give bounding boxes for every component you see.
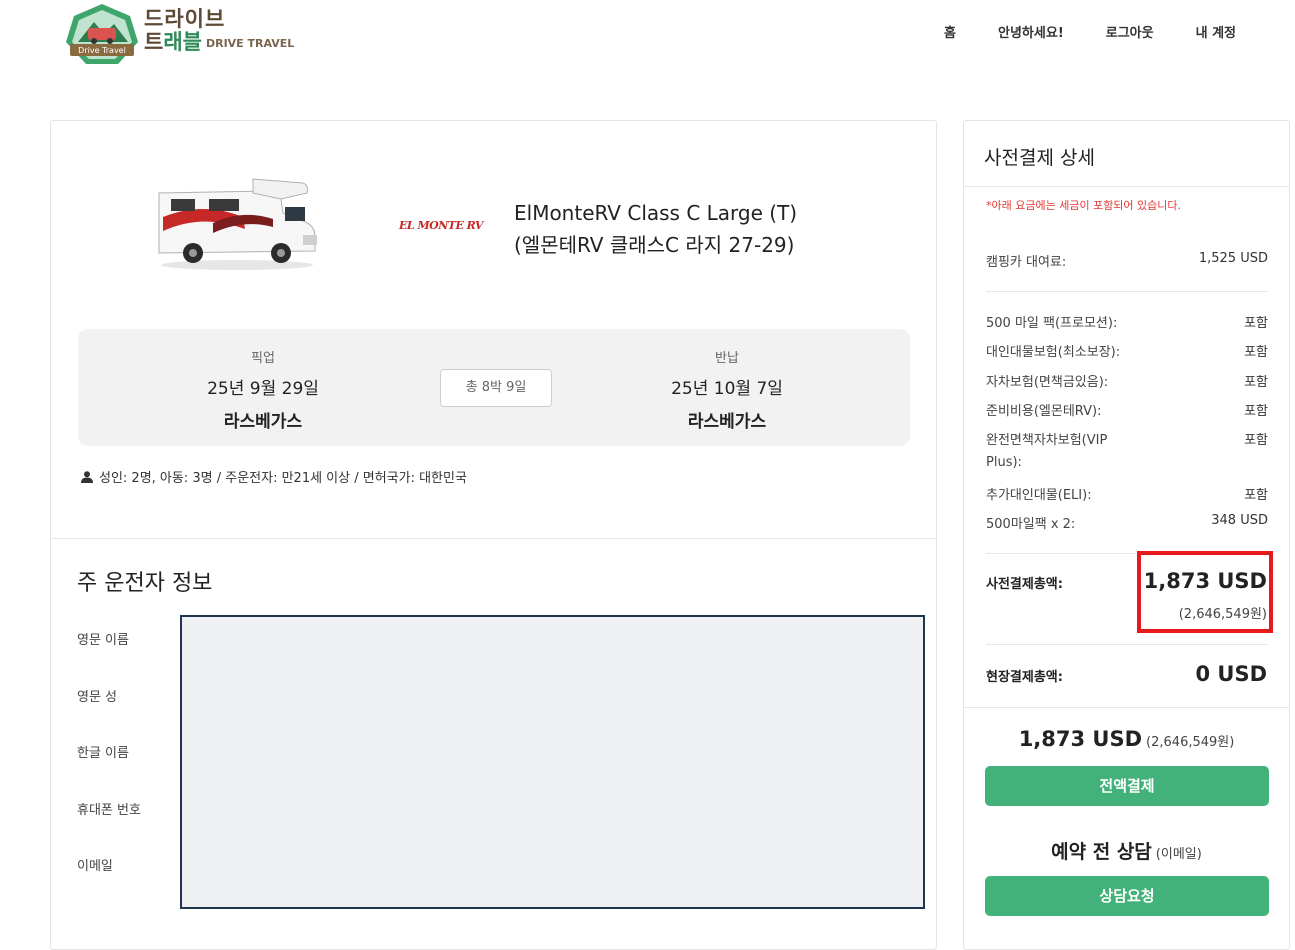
site-logo[interactable]: Drive Travel 드라이브 트래블 DRIVE TRAVEL [64, 2, 294, 66]
pickup-place: 라스베가스 [223, 412, 303, 432]
return-info: 반납 25년 10월 7일 라스베가스 [627, 347, 827, 432]
tax-note: *아래 요금에는 세금이 포함되어 있습니다. [986, 199, 1182, 212]
nav-logout[interactable]: 로그아웃 [1085, 22, 1175, 41]
field-label-name-ko: 한글 이름 [77, 746, 129, 761]
consult-request-button[interactable]: 상담요청 [985, 876, 1269, 916]
nav-greeting[interactable]: 안녕하세요! [977, 22, 1085, 41]
nav-my-account[interactable]: 내 계정 [1175, 22, 1257, 41]
rv-image [158, 178, 317, 270]
passenger-info: 성인: 2명, 아동: 3명 / 주운전자: 만21세 이상 / 면허국가: 대… [81, 467, 467, 486]
driver-info-title: 주 운전자 정보 [77, 571, 213, 596]
logo-line1: 드라이브 [144, 7, 226, 31]
payment-divider [986, 644, 1268, 645]
consult-heading: 예약 전 상담 (이메일) [1051, 841, 1202, 863]
vehicle-title: ElMonteRV Class C Large (T) (엘몬테RV 클래스C … [514, 201, 798, 257]
return-place: 라스베가스 [687, 412, 767, 432]
field-label-phone: 휴대폰 번호 [77, 803, 141, 818]
highlight-annotation [1137, 551, 1273, 633]
payment-title: 사전결제 상세 [984, 147, 1095, 169]
trip-summary: 픽업 25년 9월 29일 라스베가스 총 8박 9일 반납 25년 10월 7… [78, 329, 910, 446]
return-date: 25년 10월 7일 [671, 379, 783, 399]
trip-duration-badge: 총 8박 9일 [440, 369, 552, 407]
pickup-info: 픽업 25년 9월 29일 라스베가스 [163, 347, 363, 432]
onsite-total-label: 현장결제총액: [986, 670, 1063, 685]
payment-divider [964, 707, 1289, 708]
prepay-total-label: 사전결제총액: [986, 577, 1063, 592]
payment-divider [964, 186, 1289, 187]
driver-form-redacted[interactable] [180, 615, 925, 909]
field-label-first-name-en: 영문 이름 [77, 633, 129, 648]
top-nav: 홈 안녕하세요! 로그아웃 내 계정 [923, 22, 1257, 41]
brand-logo: EL MONTE RV [399, 219, 483, 232]
payment-summary-card: 사전결제 상세 *아래 요금에는 세금이 포함되어 있습니다. 캠핑카 대여료:… [963, 120, 1290, 950]
person-icon [81, 470, 93, 483]
logo-line2: 트래블 DRIVE TRAVEL [144, 30, 295, 54]
site-header: Drive Travel 드라이브 트래블 DRIVE TRAVEL 홈 안녕하세… [0, 0, 1295, 70]
reservation-card: EL MONTE RV ElMonteRV Class C Large (T) … [50, 120, 937, 950]
onsite-total-amount: 0 USD [1195, 662, 1267, 686]
pickup-date: 25년 9월 29일 [207, 379, 319, 399]
summary-total: 1,873 USD (2,646,549원) [1018, 727, 1235, 751]
logo-badge-icon: Drive Travel [66, 4, 138, 64]
field-label-email: 이메일 [77, 859, 113, 874]
section-divider [51, 538, 936, 539]
payment-divider [986, 291, 1268, 292]
field-label-last-name-en: 영문 성 [77, 690, 118, 705]
svg-text:Drive Travel: Drive Travel [78, 46, 126, 55]
full-payment-button[interactable]: 전액결제 [985, 766, 1269, 806]
nav-home[interactable]: 홈 [923, 22, 977, 41]
